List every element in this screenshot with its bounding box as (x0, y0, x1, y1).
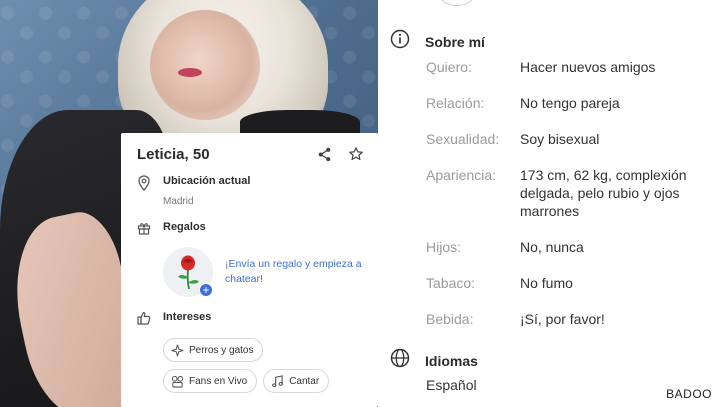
languages-title: Idiomas (425, 352, 478, 369)
interest-chip-live-fans[interactable]: Fans en Vivo (163, 369, 258, 393)
fact-row-sexuality: Sexualidad: Soy bisexual (426, 130, 599, 148)
interest-chip-pets[interactable]: Perros y gatos (163, 338, 264, 362)
fact-value: 173 cm, 62 kg, complexión delgada, pelo … (520, 167, 687, 219)
interest-chip-label: Perros y gatos (189, 344, 254, 356)
fact-row-relationship: Relación: No tengo pareja (426, 94, 620, 112)
fact-row-smoking: Tabaco: No fumo (426, 274, 573, 292)
share-icon[interactable] (317, 147, 332, 162)
fact-value: No fumo (520, 275, 573, 291)
image-credit: BADOO (666, 387, 712, 401)
gifts-section: Regalos (137, 221, 364, 240)
fact-key: Tabaco: (426, 275, 476, 291)
language-value: Español (426, 377, 477, 393)
interest-chips: Perros y gatos Fans en Vivo Cantar (163, 338, 363, 393)
profile-name: Leticia, 50 (137, 145, 210, 163)
live-stream-icon (171, 375, 184, 388)
fact-key: Sexualidad: (426, 131, 500, 147)
fact-value: Hacer nuevos amigos (520, 59, 656, 75)
fact-row-children: Hijos: No, nunca (426, 238, 584, 256)
sparkle-icon (171, 343, 184, 357)
location-value: Madrid (163, 196, 194, 207)
interest-chip-label: Fans en Vivo (189, 375, 248, 387)
fact-key: Bebida: (426, 311, 474, 327)
profile-details: Sobre mí Quiero: Hacer nuevos amigos Rel… (390, 0, 720, 407)
music-note-icon (272, 374, 284, 387)
info-icon (390, 29, 410, 54)
fact-key: Relación: (426, 95, 485, 111)
fact-row-drinking: Bebida: ¡Sí, por favor! (426, 310, 605, 328)
gifts-label: Regalos (163, 221, 206, 233)
send-gift[interactable]: + ¡Envía un regalo y empieza a chatear! (163, 247, 364, 297)
add-gift-icon[interactable]: + (199, 283, 213, 297)
location-pin-icon (137, 175, 153, 196)
profile-card-header: Leticia, 50 (137, 143, 364, 165)
rose-icon (178, 255, 199, 290)
about-header: Sobre mí (390, 29, 485, 54)
fact-value: No, nunca (520, 239, 584, 255)
gift-icon (137, 221, 153, 240)
interests-section: Intereses (137, 311, 364, 330)
fact-row-want: Quiero: Hacer nuevos amigos (426, 58, 655, 76)
interests-label: Intereses (163, 311, 212, 323)
thumbs-up-icon (137, 311, 153, 330)
interest-chip-singing[interactable]: Cantar (263, 369, 330, 393)
languages-header: Idiomas (390, 348, 478, 373)
top-avatar-edge (440, 0, 474, 6)
rose-gift[interactable]: + (163, 247, 213, 297)
interest-chip-label: Cantar (289, 375, 320, 387)
header-actions (317, 146, 364, 162)
photo-lips (178, 68, 202, 77)
about-title: Sobre mí (425, 33, 485, 50)
fact-key: Quiero: (426, 59, 472, 75)
fact-value: No tengo pareja (520, 95, 620, 111)
star-icon[interactable] (348, 146, 364, 162)
fact-key: Hijos: (426, 239, 462, 255)
location-label: Ubicación actual (163, 175, 251, 187)
profile-card: Leticia, 50 Ubicación actual Madrid Rega… (121, 133, 378, 407)
fact-value: ¡Sí, por favor! (520, 311, 605, 327)
gift-prompt[interactable]: ¡Envía un regalo y empieza a chatear! (225, 257, 364, 287)
globe-icon (390, 348, 410, 373)
photo-face (150, 10, 260, 120)
location-section: Ubicación actual Madrid (137, 175, 364, 207)
fact-row-appearance: Apariencia: 173 cm, 62 kg, complexión de… (426, 166, 710, 220)
fact-key: Apariencia: (426, 167, 497, 183)
fact-value: Soy bisexual (520, 131, 600, 147)
